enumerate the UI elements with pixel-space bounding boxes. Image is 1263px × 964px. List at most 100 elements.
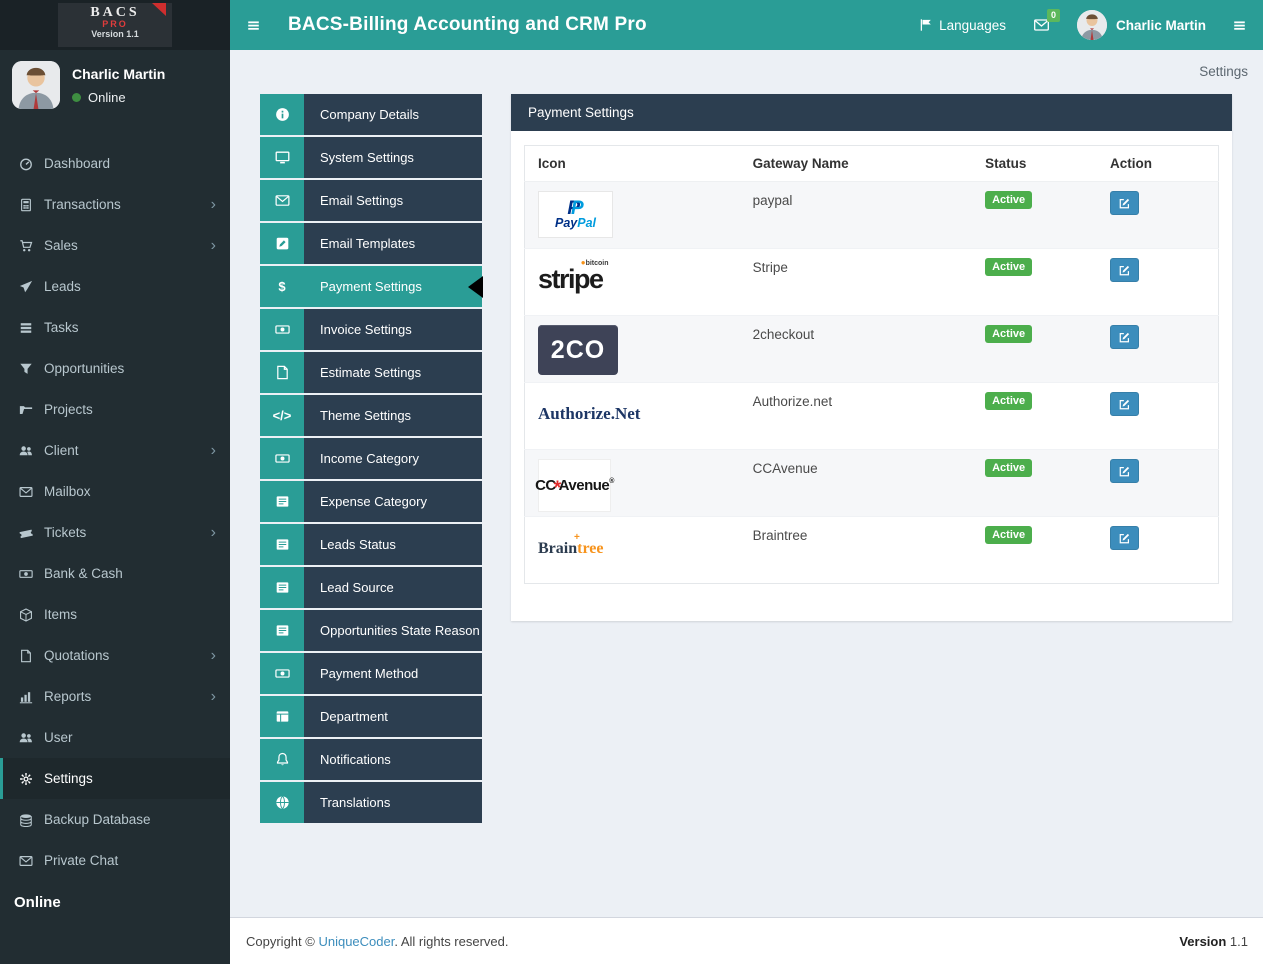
sidebar-item-quotations[interactable]: Quotations › <box>0 635 230 676</box>
sidebar-item-label: Items <box>44 607 78 622</box>
cube-icon <box>16 607 35 622</box>
sidebar-item-label: Mailbox <box>44 484 91 499</box>
languages-menu[interactable]: Languages <box>919 18 1006 33</box>
settings-menu-payment-method[interactable]: Payment Method <box>260 653 482 694</box>
sidebar-item-settings[interactable]: Settings <box>0 758 230 799</box>
breadcrumb: Settings <box>1199 64 1248 79</box>
sidebar-item-label: Bank & Cash <box>44 566 123 581</box>
chevron-right-icon: › <box>210 236 216 254</box>
user-menu[interactable]: Charlic Martin <box>1076 10 1206 40</box>
sidebar-item-label: Reports <box>44 689 92 704</box>
edit-button[interactable] <box>1110 392 1140 416</box>
settings-menu-company-details[interactable]: Company Details <box>260 94 482 135</box>
stripe-logo: ●bitcoin stripe <box>538 258 609 294</box>
sidebar-item-sales[interactable]: Sales › <box>0 225 230 266</box>
settings-menu-income-category[interactable]: Income Category <box>260 438 482 479</box>
action-cell <box>1097 449 1219 517</box>
gateway-name: CCAvenue <box>752 461 818 476</box>
edit-button[interactable] <box>1110 191 1140 215</box>
payment-settings-panel: Payment Settings Icon Gateway Name Status A… <box>511 94 1232 621</box>
control-sidebar-toggle-button[interactable] <box>1232 19 1247 32</box>
settings-menu-estimate-settings[interactable]: Estimate Settings <box>260 352 482 393</box>
content-area: Settings Company Details System Settings E… <box>230 0 1263 917</box>
gateway-name: Stripe <box>752 260 788 275</box>
settings-menu-expense-category[interactable]: Expense Category <box>260 481 482 522</box>
gateway-row-ccavenue: CC * Avenue ® CCAvenue Active <box>524 449 1219 517</box>
sidebar-item-reports[interactable]: Reports › <box>0 676 230 717</box>
desktop-icon <box>260 137 304 178</box>
table-icon <box>260 696 304 737</box>
sidebar-item-label: User <box>44 730 73 745</box>
sidebar-item-private-chat[interactable]: Private Chat <box>0 840 230 881</box>
settings-menu-department[interactable]: Department <box>260 696 482 737</box>
sidebar-item-opportunities[interactable]: Opportunities <box>0 348 230 389</box>
version-label: Version <box>1179 933 1227 949</box>
status-badge: Active <box>985 526 1033 544</box>
settings-menu-leads-status[interactable]: Leads Status <box>260 524 482 565</box>
edit-button[interactable] <box>1110 526 1140 550</box>
sidebar-item-client[interactable]: Client › <box>0 430 230 471</box>
footer: Copyright © UniqueCoder. All rights rese… <box>230 917 1263 964</box>
settings-menu-notifications[interactable]: Notifications <box>260 739 482 780</box>
edit-button[interactable] <box>1110 258 1140 282</box>
sidebar-toggle-button[interactable] <box>230 19 276 32</box>
ticket-icon <box>16 526 35 540</box>
edit-button[interactable] <box>1110 459 1140 483</box>
status-badge: Active <box>985 191 1033 209</box>
messages-button[interactable]: 0 <box>1032 9 1060 33</box>
tasks-icon <box>16 321 35 335</box>
sidebar-item-transactions[interactable]: Transactions › <box>0 184 230 225</box>
settings-menu-label: Estimate Settings <box>320 365 422 380</box>
copyright-text: Copyright © <box>246 933 319 949</box>
settings-menu-label: Payment Method <box>320 666 419 681</box>
settings-menu-label: Translations <box>320 795 391 810</box>
settings-menu-opportunities-state-reason[interactable]: Opportunities State Reason <box>260 610 482 651</box>
sidebar-item-backup-database[interactable]: Backup Database <box>0 799 230 840</box>
logo-version: Version 1.1 <box>91 29 139 39</box>
user-avatar[interactable] <box>12 61 60 109</box>
settings-menu-email-templates[interactable]: Email Templates <box>260 223 482 264</box>
settings-menu-lead-source[interactable]: Lead Source <box>260 567 482 608</box>
languages-label: Languages <box>939 17 1006 33</box>
logo-strip[interactable]: BACS PRO Version 1.1 <box>0 0 230 50</box>
gateway-row-stripe: ●bitcoin stripe Stripe Active <box>524 248 1219 316</box>
gateway-name: Braintree <box>752 528 808 543</box>
sidebar-item-tickets[interactable]: Tickets › <box>0 512 230 553</box>
app-logo: BACS PRO Version 1.1 <box>58 3 172 47</box>
sidebar-item-items[interactable]: Items <box>0 594 230 635</box>
settings-menu-email-settings[interactable]: Email Settings <box>260 180 482 221</box>
sidebar-item-dashboard[interactable]: Dashboard <box>0 143 230 184</box>
sidebar-item-label: Quotations <box>44 648 110 663</box>
sidebar-item-mailbox[interactable]: Mailbox <box>0 471 230 512</box>
settings-menu-translations[interactable]: Translations <box>260 782 482 823</box>
flag-icon <box>920 19 931 31</box>
icon-cell: + Braintree <box>524 516 740 584</box>
sidebar-item-bank-cash[interactable]: Bank & Cash <box>0 553 230 594</box>
settings-menu-payment-settings[interactable]: $ Payment Settings <box>260 266 483 307</box>
action-cell <box>1097 315 1219 383</box>
sidebar-item-tasks[interactable]: Tasks <box>0 307 230 348</box>
settings-menu-label: Income Category <box>320 451 419 466</box>
status-badge: Active <box>985 459 1033 477</box>
settings-menu-label: Opportunities State Reason <box>320 623 480 638</box>
envelope-icon <box>260 180 304 221</box>
settings-menu-label: Theme Settings <box>320 408 412 423</box>
sidebar-item-user[interactable]: User <box>0 717 230 758</box>
envelope-icon <box>16 854 35 868</box>
sidebar-item-label: Tasks <box>44 320 79 335</box>
sidebar-item-projects[interactable]: Projects <box>0 389 230 430</box>
settings-menu-invoice-settings[interactable]: Invoice Settings <box>260 309 482 350</box>
edit-button[interactable] <box>1110 325 1140 349</box>
settings-menu-label: Leads Status <box>320 537 396 552</box>
settings-menu-theme-settings[interactable]: </> Theme Settings <box>260 395 482 436</box>
column-header-gateway-name: Gateway Name <box>739 145 973 182</box>
uniquecoder-link[interactable]: UniqueCoder <box>318 934 394 949</box>
settings-menu-system-settings[interactable]: System Settings <box>260 137 482 178</box>
active-item-arrow-icon <box>468 275 483 298</box>
chevron-right-icon: › <box>210 441 216 459</box>
calculator-icon <box>16 198 35 212</box>
list-icon <box>260 524 304 565</box>
chevron-right-icon: › <box>210 687 216 705</box>
sidebar-item-leads[interactable]: Leads <box>0 266 230 307</box>
sidebar-section-online: Online <box>14 894 61 911</box>
